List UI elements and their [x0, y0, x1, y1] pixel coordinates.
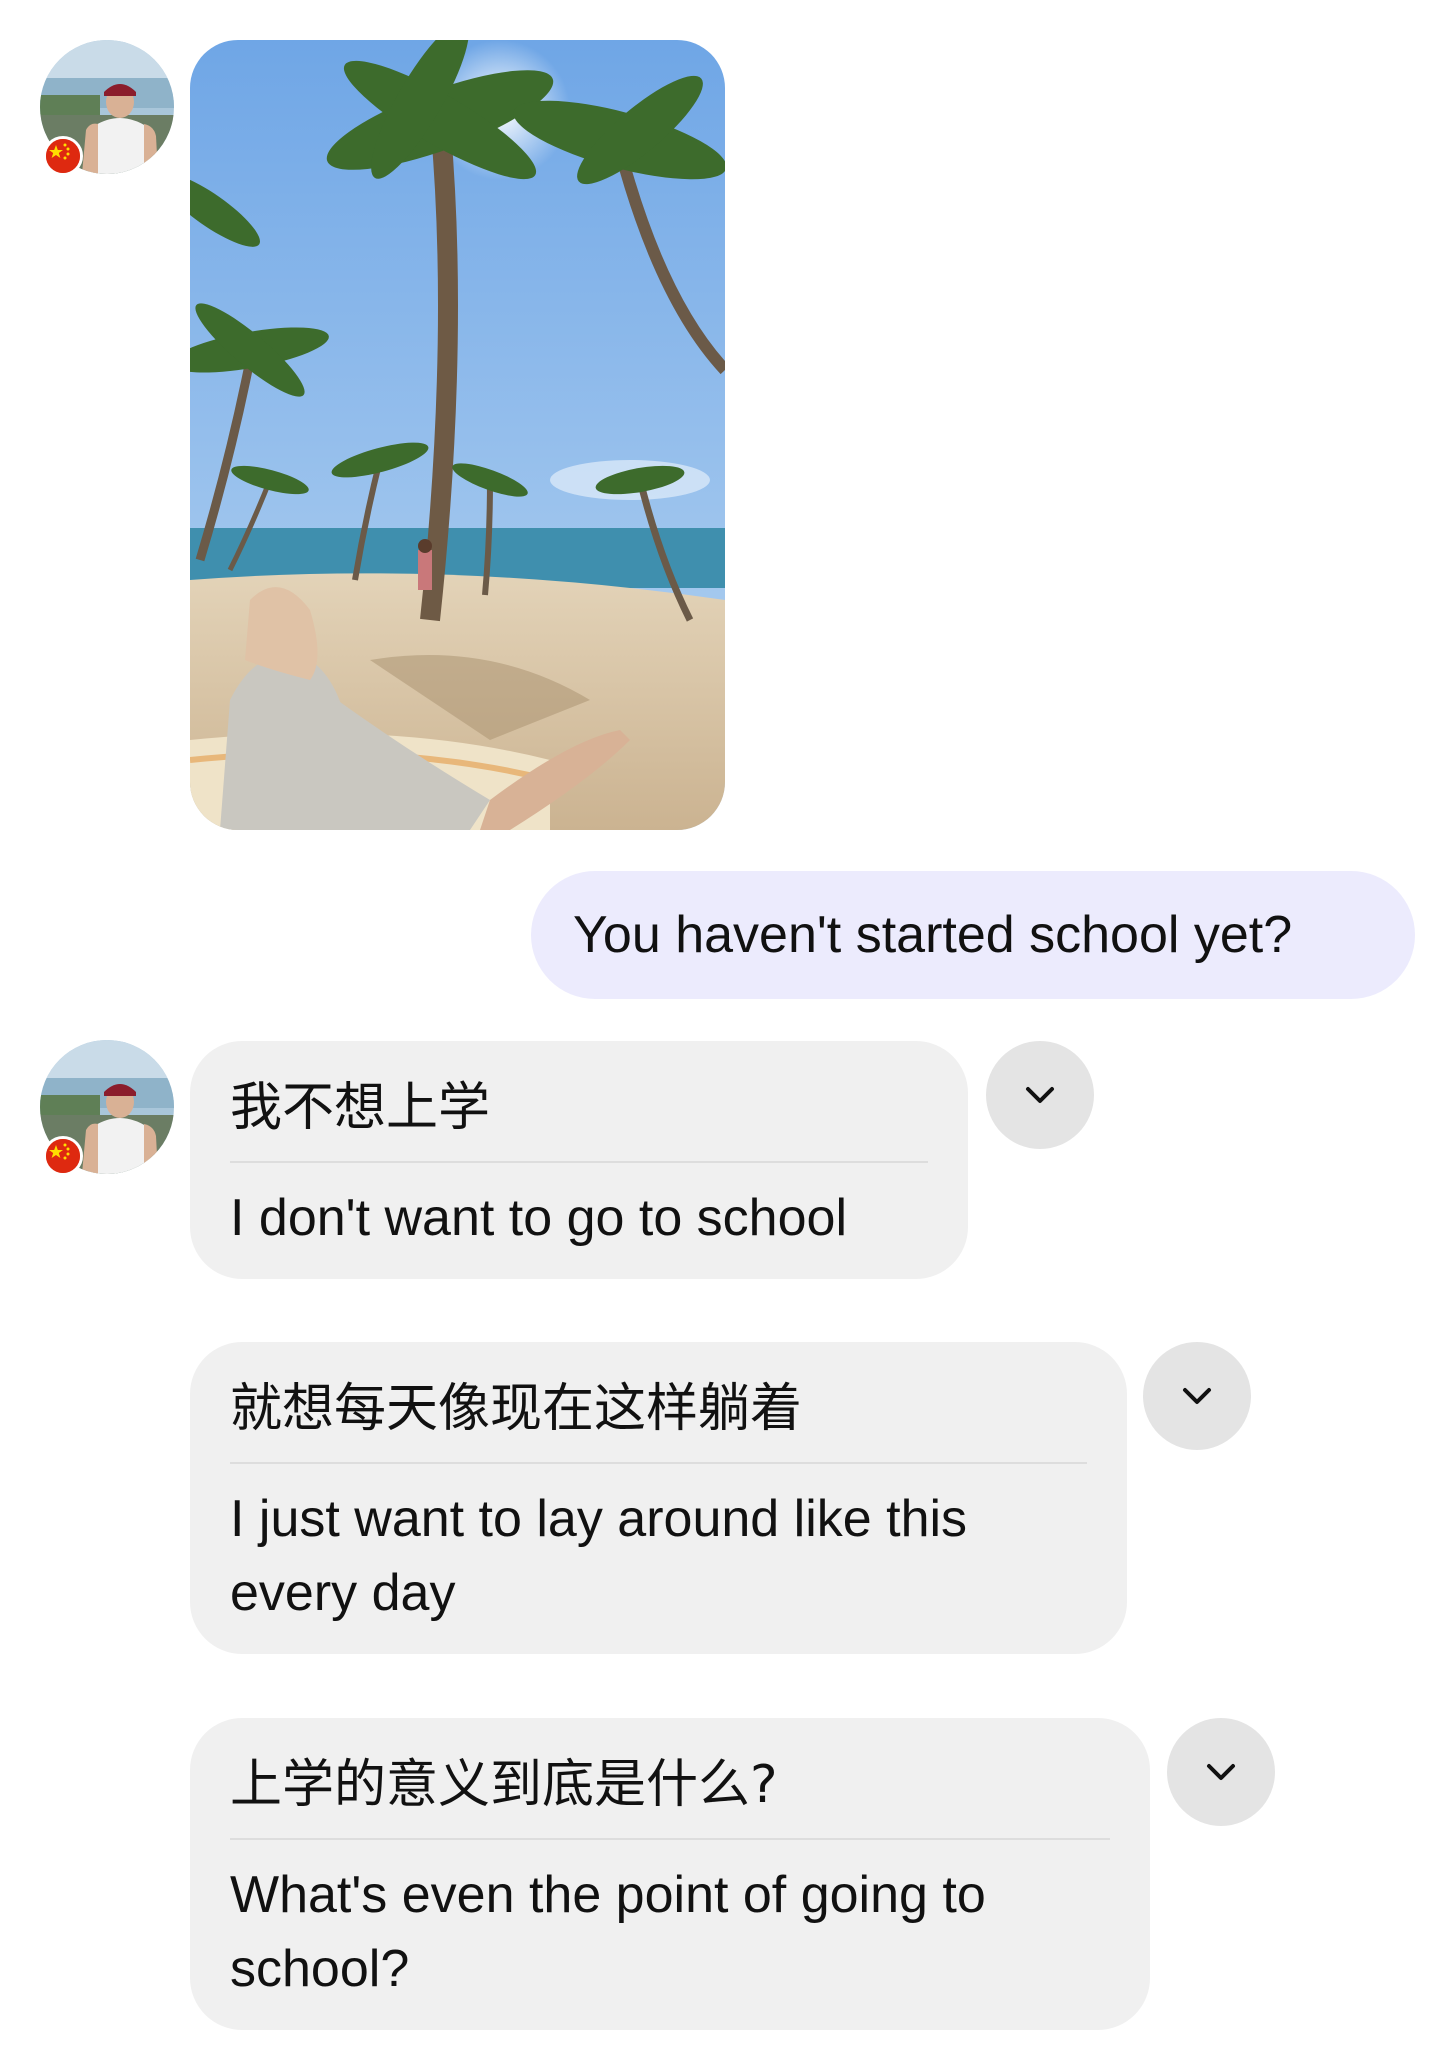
translation-text: I don't want to go to school	[230, 1189, 847, 1247]
expand-translation-button[interactable]	[1167, 1718, 1275, 1826]
original-text: 上学的意义到底是什么?	[230, 1755, 778, 1815]
china-flag-icon	[43, 136, 83, 176]
original-text: 我不想上学	[230, 1078, 491, 1138]
translated-message-bubble[interactable]: 就想每天像现在这样躺着 I just want to lay around li…	[190, 1342, 1127, 1654]
beach-photo-message[interactable]	[190, 40, 725, 830]
original-text: 就想每天像现在这样躺着	[230, 1379, 803, 1439]
translated-message-bubble[interactable]: 我不想上学 I don't want to go to school	[190, 1041, 968, 1279]
translation-text: What's even the point of going to school…	[230, 1866, 986, 1998]
chevron-down-icon	[1207, 1764, 1235, 1780]
message-text: You haven't started school yet?	[573, 906, 1293, 964]
china-flag-icon	[43, 1136, 83, 1176]
expand-translation-button[interactable]	[986, 1041, 1094, 1149]
chat-thread: You haven't started school yet? 我不想上学 I …	[0, 0, 1440, 2068]
outgoing-message-bubble[interactable]: You haven't started school yet?	[531, 871, 1415, 999]
chevron-down-icon	[1026, 1087, 1054, 1103]
expand-translation-button[interactable]	[1143, 1342, 1251, 1450]
translated-message-bubble[interactable]: 上学的意义到底是什么? What's even the point of goi…	[190, 1718, 1150, 2030]
chevron-down-icon	[1183, 1388, 1211, 1404]
translation-text: I just want to lay around like this ever…	[230, 1490, 968, 1622]
